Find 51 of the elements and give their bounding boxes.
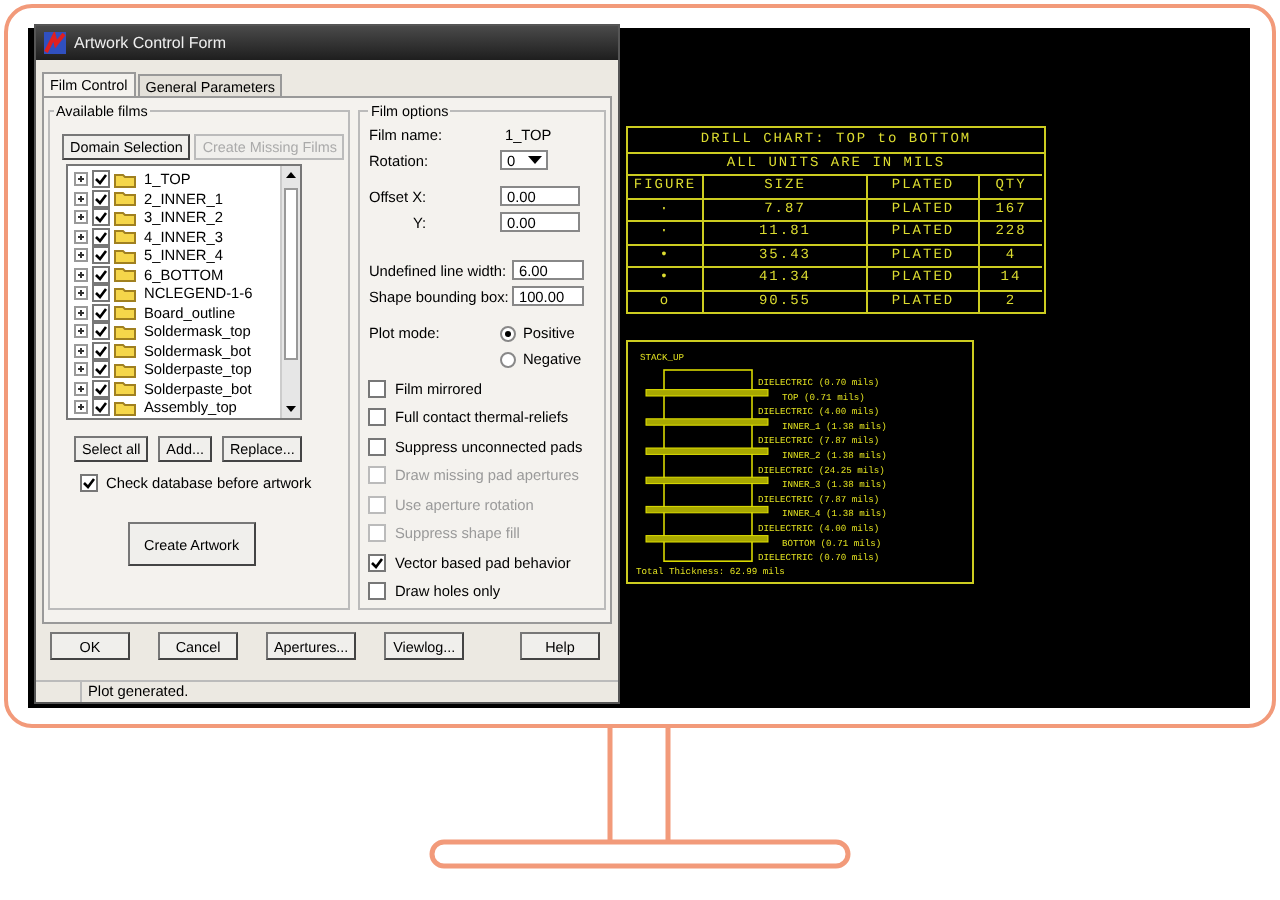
checkbox[interactable] [92, 284, 110, 303]
expand-icon[interactable] [74, 210, 88, 225]
checkbox[interactable] [92, 341, 110, 360]
checkbox[interactable] [92, 208, 110, 227]
app-icon [44, 32, 66, 54]
folder-icon [114, 361, 136, 378]
expand-icon[interactable] [74, 305, 88, 320]
folder-icon [114, 266, 136, 283]
folder-icon [114, 342, 136, 359]
expand-icon[interactable] [74, 248, 88, 263]
window-title: Artwork Control Form [74, 34, 227, 52]
folder-icon [114, 380, 136, 397]
checkbox[interactable] [92, 398, 110, 417]
caret-icon [528, 155, 543, 165]
checkbox[interactable] [92, 265, 110, 284]
expand-icon[interactable] [74, 191, 88, 206]
checkbox[interactable] [92, 379, 110, 398]
folder-icon [114, 209, 136, 226]
expand-icon[interactable] [74, 267, 88, 282]
expand-icon[interactable] [74, 229, 88, 244]
checkbox[interactable] [92, 170, 110, 189]
expand-icon[interactable] [74, 343, 88, 358]
folder-icon [114, 285, 136, 302]
checkbox[interactable] [368, 553, 387, 571]
checkbox[interactable] [92, 227, 110, 246]
checkbox[interactable] [92, 360, 110, 379]
expand-icon[interactable] [74, 381, 88, 396]
expand-icon[interactable] [74, 324, 88, 339]
checkbox[interactable] [92, 189, 110, 208]
checkbox[interactable] [368, 437, 387, 455]
expand-icon[interactable] [74, 400, 88, 415]
checkbox[interactable] [92, 322, 110, 341]
radio-button[interactable] [500, 325, 517, 341]
radio-button[interactable] [500, 351, 517, 367]
checkbox[interactable] [92, 246, 110, 265]
folder-icon [114, 190, 136, 207]
checkbox[interactable] [368, 379, 387, 397]
checkbox[interactable] [80, 474, 98, 492]
folder-icon [114, 323, 136, 340]
folder-icon [114, 171, 136, 188]
checkbox[interactable] [368, 408, 387, 426]
checkbox[interactable] [368, 582, 387, 600]
expand-icon[interactable] [74, 362, 88, 377]
folder-icon [114, 304, 136, 321]
scrollbar[interactable] [280, 166, 300, 418]
folder-icon [114, 247, 136, 264]
checkbox[interactable] [92, 303, 110, 322]
expand-icon[interactable] [74, 172, 88, 187]
folder-icon [114, 399, 136, 416]
expand-icon[interactable] [74, 286, 88, 301]
folder-icon [114, 228, 136, 245]
